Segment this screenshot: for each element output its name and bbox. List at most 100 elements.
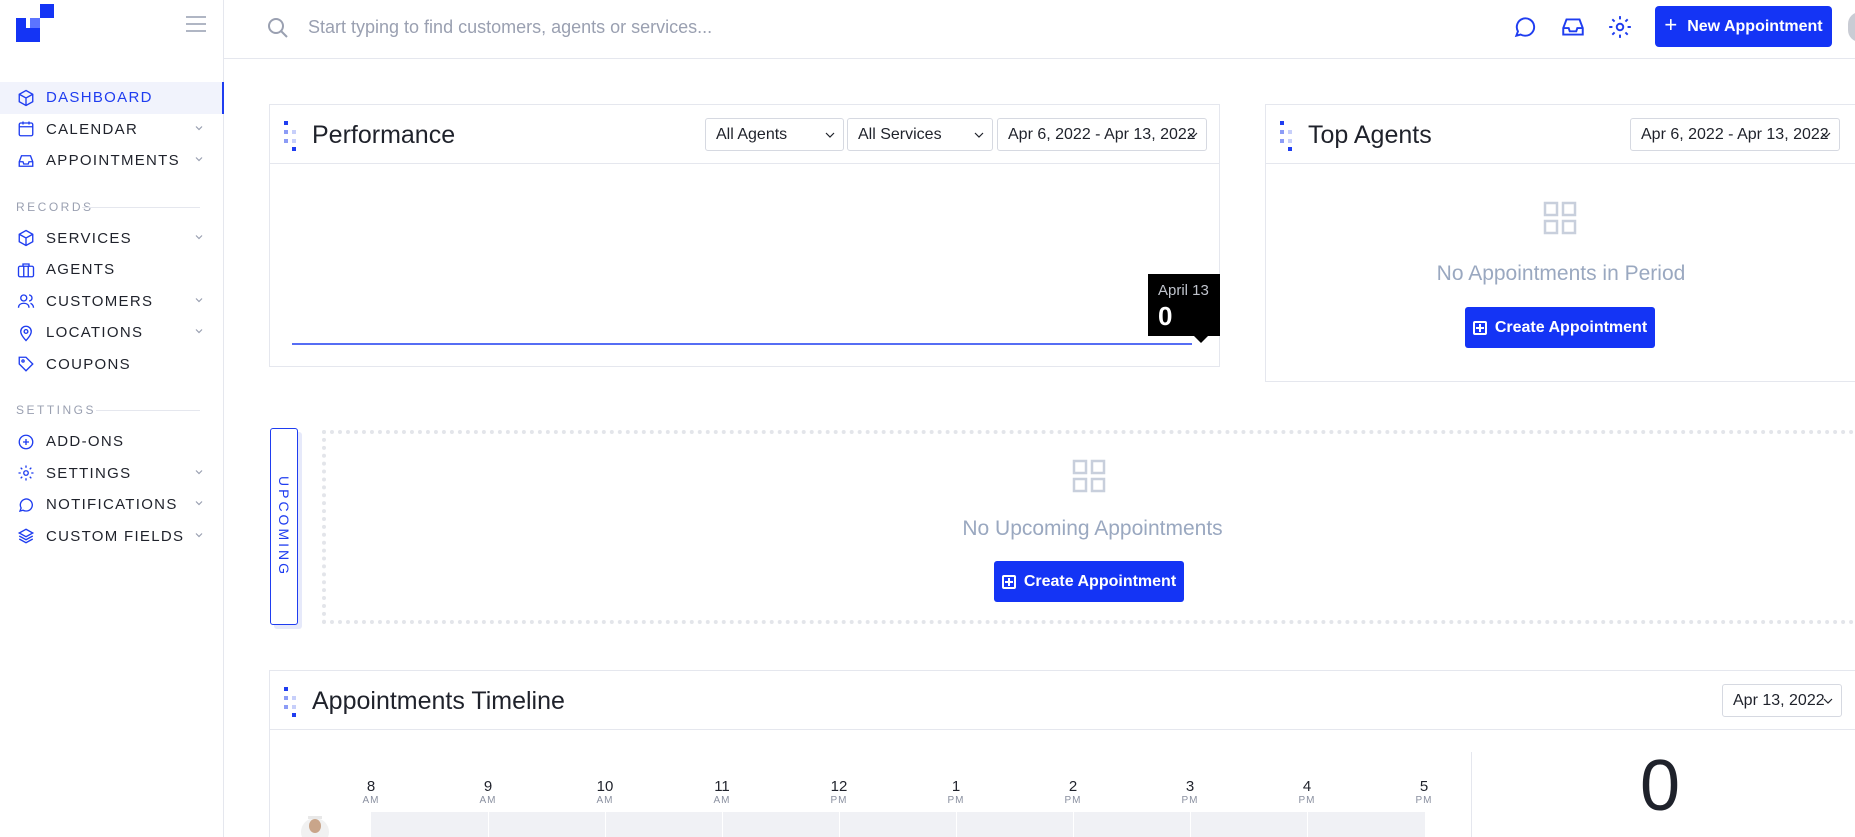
agent-avatar[interactable] <box>294 812 336 837</box>
tooltip-value: 0 <box>1158 301 1173 331</box>
select-value: All Services <box>858 125 942 143</box>
hour-number: 8 <box>366 778 376 795</box>
sidebar-nav: DASHBOARD CALENDAR APPOINTMENTS RECORDS … <box>0 82 224 552</box>
sidebar-item-label: ADD-ONS <box>46 433 125 451</box>
services-filter-select[interactable]: All Services <box>847 118 993 151</box>
hour-period: PM <box>1064 795 1082 806</box>
sidebar-item-services[interactable]: SERVICES <box>0 223 224 255</box>
performance-widget: Performance All Agents All Services Apr … <box>269 104 1220 367</box>
widget-title: Performance <box>312 121 456 149</box>
widget-title: Top Agents <box>1308 121 1432 149</box>
hour-number: 11 <box>714 778 730 795</box>
create-appointment-button[interactable]: Create Appointment <box>994 561 1184 602</box>
chevron-down-icon[interactable] <box>194 154 204 164</box>
briefcase-icon <box>16 260 36 280</box>
sidebar-item-customers[interactable]: CUSTOMERS <box>0 286 224 318</box>
chevron-down-icon[interactable] <box>194 467 204 477</box>
new-appointment-button[interactable]: + New Appointment <box>1655 6 1832 47</box>
widget-header: Appointments Timeline Apr 13, 2022 <box>270 671 1855 730</box>
section-label-records: RECORDS <box>0 191 224 223</box>
tooltip-date: April 13 <box>1158 282 1209 299</box>
chevron-down-icon[interactable] <box>194 498 204 508</box>
hour-period: PM <box>1298 795 1316 806</box>
chevron-down-icon <box>1188 132 1198 138</box>
timeline-hour-label: 11 AM <box>702 778 742 806</box>
grid-icon <box>1072 459 1106 493</box>
create-appointment-button[interactable]: Create Appointment <box>1465 307 1655 348</box>
search-input[interactable] <box>308 10 908 44</box>
sidebar-item-label: SETTINGS <box>46 464 132 482</box>
inbox-icon[interactable] <box>1560 14 1586 40</box>
sidebar-item-agents[interactable]: AGENTS <box>0 254 224 286</box>
timeline-hour-label: 9 AM <box>468 778 508 806</box>
sidebar-item-add-ons[interactable]: ADD-ONS <box>0 426 224 458</box>
sidebar-item-label: CALENDAR <box>46 120 139 138</box>
button-label: Create Appointment <box>1023 572 1177 590</box>
sidebar-item-label: DASHBOARD <box>46 89 153 107</box>
button-label: Create Appointment <box>1494 318 1648 336</box>
users-icon <box>16 291 36 311</box>
date-select[interactable]: Apr 13, 2022 <box>1722 684 1842 717</box>
sidebar-item-appointments[interactable]: APPOINTMENTS <box>0 145 224 177</box>
sidebar-item-dashboard[interactable]: DASHBOARD <box>0 82 224 114</box>
sidebar-item-coupons[interactable]: COUPONS <box>0 349 224 381</box>
map-pin-icon <box>16 323 36 343</box>
tab-label: UPCOMING <box>276 476 292 577</box>
grid-icon <box>1543 201 1577 235</box>
timeline-hour-label: 3 PM <box>1170 778 1210 806</box>
box-icon <box>16 228 36 248</box>
empty-state-text: No Upcoming Appointments <box>962 517 1223 540</box>
drag-handle-icon[interactable] <box>284 687 296 717</box>
sidebar: DASHBOARD CALENDAR APPOINTMENTS RECORDS … <box>0 0 224 837</box>
plus-square-icon <box>1001 574 1016 589</box>
agents-filter-select[interactable]: All Agents <box>705 118 844 151</box>
chat-icon <box>16 495 36 515</box>
sidebar-item-calendar[interactable]: CALENDAR <box>0 114 224 146</box>
chevron-down-icon <box>825 132 835 138</box>
upcoming-appointments-area: No Upcoming Appointments Create Appointm… <box>322 430 1855 624</box>
sidebar-item-settings[interactable]: SETTINGS <box>0 458 224 490</box>
sidebar-item-custom-fields[interactable]: CUSTOM FIELDS <box>0 521 224 553</box>
widget-title: Appointments Timeline <box>312 687 565 715</box>
drag-handle-icon[interactable] <box>1280 121 1292 151</box>
select-value: All Agents <box>716 125 788 143</box>
chevron-down-icon[interactable] <box>194 326 204 336</box>
topbar: + New Appointment <box>224 0 1855 59</box>
select-value: Apr 6, 2022 - Apr 13, 2022 <box>1008 125 1196 143</box>
date-range-select[interactable]: Apr 6, 2022 - Apr 13, 2022 <box>1630 118 1840 151</box>
chevron-down-icon[interactable] <box>194 123 204 133</box>
chevron-down-icon[interactable] <box>194 295 204 305</box>
sidebar-item-label: LOCATIONS <box>46 324 144 342</box>
select-value: Apr 13, 2022 <box>1733 691 1825 709</box>
chevron-down-icon[interactable] <box>194 530 204 540</box>
timeline-hour-label: 10 AM <box>585 778 625 806</box>
avatar[interactable] <box>1848 12 1855 42</box>
hour-period: AM <box>479 795 497 806</box>
app-root: DASHBOARD CALENDAR APPOINTMENTS RECORDS … <box>0 0 1855 837</box>
hour-period: PM <box>1415 795 1433 806</box>
hour-period: PM <box>947 795 965 806</box>
section-title: SETTINGS <box>16 403 97 417</box>
sidebar-item-label: APPOINTMENTS <box>46 152 180 170</box>
gear-icon[interactable] <box>1607 14 1633 40</box>
hour-period: AM <box>596 795 614 806</box>
tab-upcoming[interactable]: UPCOMING <box>270 428 298 625</box>
search-icon <box>268 18 288 38</box>
sidebar-item-notifications[interactable]: NOTIFICATIONS <box>0 489 224 521</box>
logo-icon[interactable] <box>16 4 54 42</box>
menu-toggle-icon[interactable] <box>186 16 206 34</box>
layers-icon <box>16 526 36 546</box>
chevron-down-icon <box>1821 132 1831 138</box>
drag-handle-icon[interactable] <box>284 121 296 151</box>
chevron-down-icon[interactable] <box>194 232 204 242</box>
top-agents-widget: Top Agents Apr 6, 2022 - Apr 13, 2022 No… <box>1265 104 1855 382</box>
performance-chart-line <box>292 343 1192 345</box>
sidebar-item-locations[interactable]: LOCATIONS <box>0 317 224 349</box>
hour-number: 10 <box>596 778 614 795</box>
chat-icon[interactable] <box>1512 14 1538 40</box>
date-range-select[interactable]: Apr 6, 2022 - Apr 13, 2022 <box>997 118 1207 151</box>
timeline-hour-label: 12 PM <box>819 778 859 806</box>
plus-square-icon <box>1472 320 1487 335</box>
gear-icon <box>16 463 36 483</box>
sidebar-item-label: CUSTOMERS <box>46 292 154 310</box>
